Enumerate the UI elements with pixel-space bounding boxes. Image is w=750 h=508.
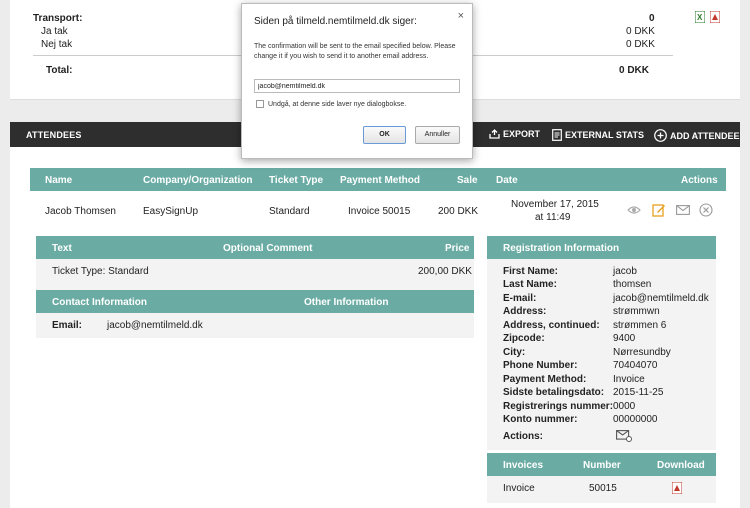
- close-icon[interactable]: ×: [458, 10, 464, 22]
- col-price: Price: [445, 243, 470, 254]
- actions-label: Actions:: [503, 431, 543, 442]
- reg-label: Konto nummer:: [503, 414, 578, 425]
- reg-value: 70404070: [613, 360, 658, 371]
- col-text: Text: [52, 243, 72, 254]
- reg-label: Zipcode:: [503, 333, 545, 344]
- attendee-payment-method: Invoice 50015: [348, 206, 411, 217]
- other-information-heading: Other Information: [304, 297, 389, 308]
- transport-option-label: Nej tak: [41, 39, 73, 50]
- contact-header: Contact Information Other Information: [36, 290, 474, 313]
- attendee-company: EasySignUp: [143, 206, 199, 217]
- attendee-date: November 17, 2015: [511, 199, 599, 210]
- delete-icon[interactable]: [699, 203, 713, 217]
- dialog-message: The confirmation will be sent to the ema…: [254, 43, 456, 60]
- col-number: Number: [583, 460, 621, 471]
- reg-value: jacob: [613, 266, 637, 277]
- reg-value: 9400: [613, 333, 636, 344]
- ticket-type-text: Ticket Type: Standard: [52, 266, 149, 277]
- attendee-name: Jacob Thomsen: [45, 206, 116, 217]
- col-company[interactable]: Company/Organization: [143, 175, 252, 186]
- total-label: Total:: [46, 65, 73, 76]
- attendees-table-header: Name Company/Organization Ticket Type Pa…: [30, 168, 726, 191]
- reg-value: 0000: [613, 401, 636, 412]
- add-attendee-button[interactable]: ADD ATTENDEE: [654, 129, 740, 142]
- transport-option-value: 0 DKK: [626, 39, 655, 50]
- reg-label: City:: [503, 347, 526, 358]
- excel-icon[interactable]: X: [695, 11, 705, 23]
- ticket-details-header: Text Optional Comment Price: [36, 236, 474, 259]
- registration-heading: Registration Information: [503, 243, 620, 254]
- svg-text:X: X: [697, 13, 703, 22]
- email-label: Email:: [52, 320, 83, 331]
- export-label: EXPORT: [503, 129, 541, 139]
- contact-information-heading: Contact Information: [52, 297, 147, 308]
- col-payment-method[interactable]: Payment Method: [340, 175, 420, 186]
- registration-header: Registration Information: [487, 236, 716, 259]
- reg-value: 2015-11-25: [613, 387, 664, 398]
- external-stats-label: EXTERNAL STATS: [565, 130, 645, 140]
- col-ticket-type[interactable]: Ticket Type: [269, 175, 323, 186]
- attendees-title: ATTENDEES: [26, 130, 82, 140]
- total-value: 0 DKK: [619, 65, 650, 76]
- table-row[interactable]: Jacob Thomsen EasySignUp Standard Invoic…: [30, 191, 726, 232]
- col-actions: Actions: [681, 175, 718, 186]
- suppress-dialogs-checkbox[interactable]: Undgå, at denne side laver nye dialogbok…: [256, 100, 406, 108]
- mail-icon[interactable]: [676, 205, 690, 215]
- transport-label: Transport:: [33, 13, 83, 24]
- reg-value: thomsen: [613, 279, 652, 290]
- dialog-title: Siden på tilmeld.nemtilmeld.dk siger:: [254, 16, 417, 27]
- invoice-number: 50015: [589, 483, 617, 494]
- ticket-price: 200,00 DKK: [418, 266, 472, 277]
- email-input[interactable]: [254, 79, 460, 93]
- reg-value: Nørresundby: [613, 347, 671, 358]
- attendee-time: at 11:49: [535, 212, 571, 223]
- pdf-download-icon[interactable]: [672, 482, 682, 494]
- reg-label: First Name:: [503, 266, 559, 277]
- reg-label: Registrerings nummer:: [503, 401, 614, 412]
- edit-icon[interactable]: [652, 203, 666, 217]
- col-invoices: Invoices: [503, 460, 544, 471]
- transport-count: 0: [649, 13, 655, 24]
- col-date[interactable]: Date: [496, 175, 518, 186]
- reg-value: 00000000: [613, 414, 658, 425]
- reg-value: Invoice: [613, 374, 645, 385]
- transport-option-value: 0 DKK: [626, 26, 655, 37]
- reg-label: Phone Number:: [503, 360, 578, 371]
- reg-label: E-mail:: [503, 293, 537, 304]
- reg-value: strømmen 6: [613, 320, 667, 331]
- reg-label: Address, continued:: [503, 320, 600, 331]
- plus-circle-icon: [654, 129, 667, 142]
- reg-label: Last Name:: [503, 279, 557, 290]
- invoices-header: Invoices Number Download: [487, 453, 716, 476]
- checkbox-box[interactable]: [256, 100, 264, 108]
- external-stats-button[interactable]: EXTERNAL STATS: [552, 129, 644, 141]
- col-optional-comment: Optional Comment: [223, 243, 313, 254]
- col-sale[interactable]: Sale: [457, 175, 478, 186]
- reg-value: strømmwn: [613, 306, 660, 317]
- reg-label: Sidste betalingsdato:: [503, 387, 605, 398]
- reg-label: Payment Method:: [503, 374, 587, 385]
- reg-value: jacob@nemtilmeld.dk: [613, 293, 709, 304]
- invoice-type: Invoice: [503, 483, 535, 494]
- confirm-dialog: Siden på tilmeld.nemtilmeld.dk siger: × …: [241, 3, 473, 159]
- reg-label: Address:: [503, 306, 547, 317]
- attendee-ticket-type: Standard: [269, 206, 310, 217]
- col-download: Download: [657, 460, 705, 471]
- ok-button[interactable]: OK: [363, 126, 406, 144]
- document-icon: [552, 129, 562, 141]
- attendee-sale: 200 DKK: [438, 206, 479, 217]
- resend-mail-icon[interactable]: [616, 430, 632, 442]
- checkbox-label: Undgå, at denne side laver nye dialogbok…: [268, 100, 407, 108]
- cancel-button[interactable]: Annuller: [415, 126, 460, 144]
- add-attendee-label: ADD ATTENDEE: [670, 130, 740, 141]
- export-button[interactable]: EXPORT: [489, 129, 540, 139]
- export-icon: [489, 129, 500, 139]
- transport-option-label: Ja tak: [41, 26, 68, 37]
- pdf-icon[interactable]: [710, 11, 720, 23]
- email-value: jacob@nemtilmeld.dk: [107, 320, 203, 331]
- eye-icon[interactable]: [627, 205, 641, 215]
- col-name[interactable]: Name: [45, 175, 72, 186]
